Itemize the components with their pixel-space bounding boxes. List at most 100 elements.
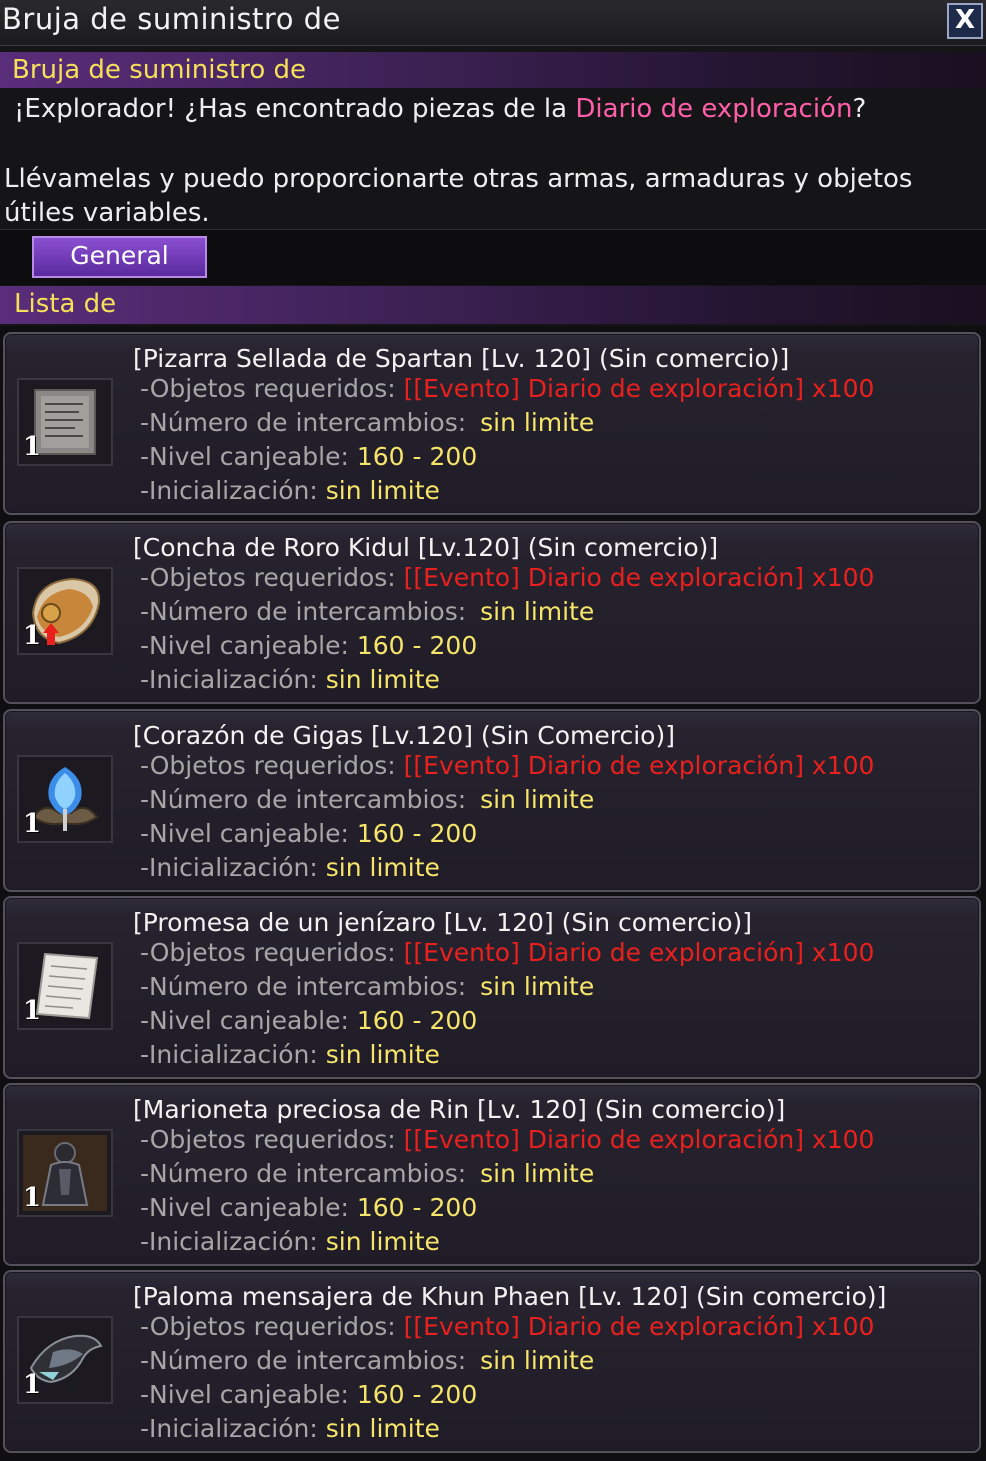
- required-row: -Objetos requeridos: [[Evento] Diario de…: [140, 374, 874, 403]
- greeting-text: ¡Explorador! ¿Has encontrado piezas de l…: [14, 94, 576, 124]
- item-slot[interactable]: 1: [17, 942, 113, 1030]
- exchanges-label: -Número de intercambios:: [140, 408, 467, 437]
- close-icon: X: [954, 5, 976, 35]
- item-name: [Paloma mensajera de Khun Phaen [Lv. 120…: [133, 1282, 887, 1311]
- item-name: [Corazón de Gigas [Lv.120] (Sin Comercio…: [133, 721, 675, 750]
- npc-greeting: ¡Explorador! ¿Has encontrado piezas de l…: [14, 94, 866, 124]
- exchange-item[interactable]: 1 [Corazón de Gigas [Lv.120] (Sin Comerc…: [3, 709, 981, 892]
- level-row: -Nivel canjeable: 160 - 200: [140, 631, 477, 660]
- item-quantity: 1: [23, 1183, 42, 1213]
- required-label: -Objetos requeridos:: [140, 1125, 396, 1154]
- greeting-end: ?: [852, 94, 867, 124]
- window-title: Bruja de suministro de: [2, 2, 341, 36]
- exchanges-label: -Número de intercambios:: [140, 597, 467, 626]
- exchange-item[interactable]: 1 [Paloma mensajera de Khun Phaen [Lv. 1…: [3, 1270, 981, 1453]
- item-name: [Marioneta preciosa de Rin [Lv. 120] (Si…: [133, 1095, 786, 1124]
- level-row: -Nivel canjeable: 160 - 200: [140, 819, 477, 848]
- level-value: 160 - 200: [356, 631, 478, 660]
- item-quantity: 1: [23, 809, 42, 839]
- exchanges-label: -Número de intercambios:: [140, 785, 467, 814]
- reset-value: sin limite: [325, 853, 440, 882]
- item-quantity: 1: [23, 996, 42, 1026]
- reset-label: -Inicialización:: [140, 476, 318, 505]
- level-value: 160 - 200: [356, 819, 478, 848]
- exchange-window: Bruja de suministro de X Bruja de sumini…: [0, 0, 986, 1461]
- item-quantity: 1: [23, 432, 42, 462]
- exchanges-value: sin limite: [480, 1159, 595, 1188]
- level-label: -Nivel canjeable:: [140, 1380, 349, 1409]
- reset-label: -Inicialización:: [140, 1414, 318, 1443]
- required-label: -Objetos requeridos:: [140, 374, 396, 403]
- list-header: Lista de: [0, 286, 986, 324]
- reset-value: sin limite: [325, 665, 440, 694]
- exchanges-value: sin limite: [480, 1346, 595, 1375]
- required-row: -Objetos requeridos: [[Evento] Diario de…: [140, 563, 874, 592]
- item-name: [Pizarra Sellada de Spartan [Lv. 120] (S…: [133, 344, 790, 373]
- reset-label: -Inicialización:: [140, 853, 318, 882]
- required-value: [[Evento] Diario de exploración] x100: [403, 374, 875, 403]
- level-label: -Nivel canjeable:: [140, 819, 349, 848]
- reset-row: -Inicialización: sin limite: [140, 853, 440, 882]
- level-value: 160 - 200: [356, 1006, 478, 1035]
- greeting-highlight: Diario de exploración: [575, 94, 853, 124]
- item-name: [Concha de Roro Kidul [Lv.120] (Sin come…: [133, 533, 719, 562]
- exchanges-value: sin limite: [480, 597, 595, 626]
- required-value: [[Evento] Diario de exploración] x100: [403, 563, 875, 592]
- level-label: -Nivel canjeable:: [140, 1006, 349, 1035]
- reset-label: -Inicialización:: [140, 665, 318, 694]
- tab-general[interactable]: General: [32, 236, 207, 278]
- exchanges-row: -Número de intercambios: sin limite: [140, 972, 594, 1001]
- required-row: -Objetos requeridos: [[Evento] Diario de…: [140, 938, 874, 967]
- required-label: -Objetos requeridos:: [140, 938, 396, 967]
- reset-row: -Inicialización: sin limite: [140, 476, 440, 505]
- reset-label: -Inicialización:: [140, 1227, 318, 1256]
- exchange-list[interactable]: 1 [Pizarra Sellada de Spartan [Lv. 120] …: [0, 326, 986, 1461]
- exchange-item[interactable]: 1 [Marioneta preciosa de Rin [Lv. 120] (…: [3, 1083, 981, 1266]
- reset-value: sin limite: [325, 1414, 440, 1443]
- title-bar[interactable]: Bruja de suministro de X: [0, 0, 986, 46]
- exchange-item[interactable]: 1 [Promesa de un jenízaro [Lv. 120] (Sin…: [3, 896, 981, 1079]
- npc-dialog: ¡Explorador! ¿Has encontrado piezas de l…: [0, 88, 986, 228]
- required-value: [[Evento] Diario de exploración] x100: [403, 1312, 875, 1341]
- item-slot[interactable]: 1: [17, 1316, 113, 1404]
- reset-row: -Inicialización: sin limite: [140, 1040, 440, 1069]
- item-quantity: 1: [23, 1370, 42, 1400]
- required-row: -Objetos requeridos: [[Evento] Diario de…: [140, 1125, 874, 1154]
- exchanges-label: -Número de intercambios:: [140, 1346, 467, 1375]
- level-row: -Nivel canjeable: 160 - 200: [140, 1006, 477, 1035]
- level-label: -Nivel canjeable:: [140, 1193, 349, 1222]
- item-slot[interactable]: 1: [17, 1129, 113, 1217]
- required-row: -Objetos requeridos: [[Evento] Diario de…: [140, 751, 874, 780]
- item-slot[interactable]: 1: [17, 378, 113, 466]
- level-value: 160 - 200: [356, 1380, 478, 1409]
- item-name: [Promesa de un jenízaro [Lv. 120] (Sin c…: [133, 908, 753, 937]
- required-label: -Objetos requeridos:: [140, 563, 396, 592]
- exchanges-label: -Número de intercambios:: [140, 1159, 467, 1188]
- item-slot[interactable]: 1: [17, 567, 113, 655]
- required-value: [[Evento] Diario de exploración] x100: [403, 938, 875, 967]
- exchanges-row: -Número de intercambios: sin limite: [140, 1346, 594, 1375]
- npc-name-header: Bruja de suministro de: [0, 52, 986, 88]
- exchanges-value: sin limite: [480, 785, 595, 814]
- level-row: -Nivel canjeable: 160 - 200: [140, 442, 477, 471]
- required-value: [[Evento] Diario de exploración] x100: [403, 1125, 875, 1154]
- required-row: -Objetos requeridos: [[Evento] Diario de…: [140, 1312, 874, 1341]
- level-row: -Nivel canjeable: 160 - 200: [140, 1380, 477, 1409]
- exchange-item[interactable]: 1 [Concha de Roro Kidul [Lv.120] (Sin co…: [3, 521, 981, 704]
- item-slot[interactable]: 1: [17, 755, 113, 843]
- exchanges-value: sin limite: [480, 408, 595, 437]
- reset-value: sin limite: [325, 1040, 440, 1069]
- exchanges-row: -Número de intercambios: sin limite: [140, 597, 594, 626]
- level-value: 160 - 200: [356, 442, 478, 471]
- tab-bar: General: [0, 229, 986, 285]
- close-button[interactable]: X: [947, 3, 983, 39]
- exchange-item[interactable]: 1 [Pizarra Sellada de Spartan [Lv. 120] …: [3, 332, 981, 515]
- reset-label: -Inicialización:: [140, 1040, 318, 1069]
- level-label: -Nivel canjeable:: [140, 631, 349, 660]
- required-value: [[Evento] Diario de exploración] x100: [403, 751, 875, 780]
- npc-message: Llévamelas y puedo proporcionarte otras …: [4, 164, 913, 228]
- exchanges-row: -Número de intercambios: sin limite: [140, 785, 594, 814]
- level-row: -Nivel canjeable: 160 - 200: [140, 1193, 477, 1222]
- reset-row: -Inicialización: sin limite: [140, 1227, 440, 1256]
- required-label: -Objetos requeridos:: [140, 751, 396, 780]
